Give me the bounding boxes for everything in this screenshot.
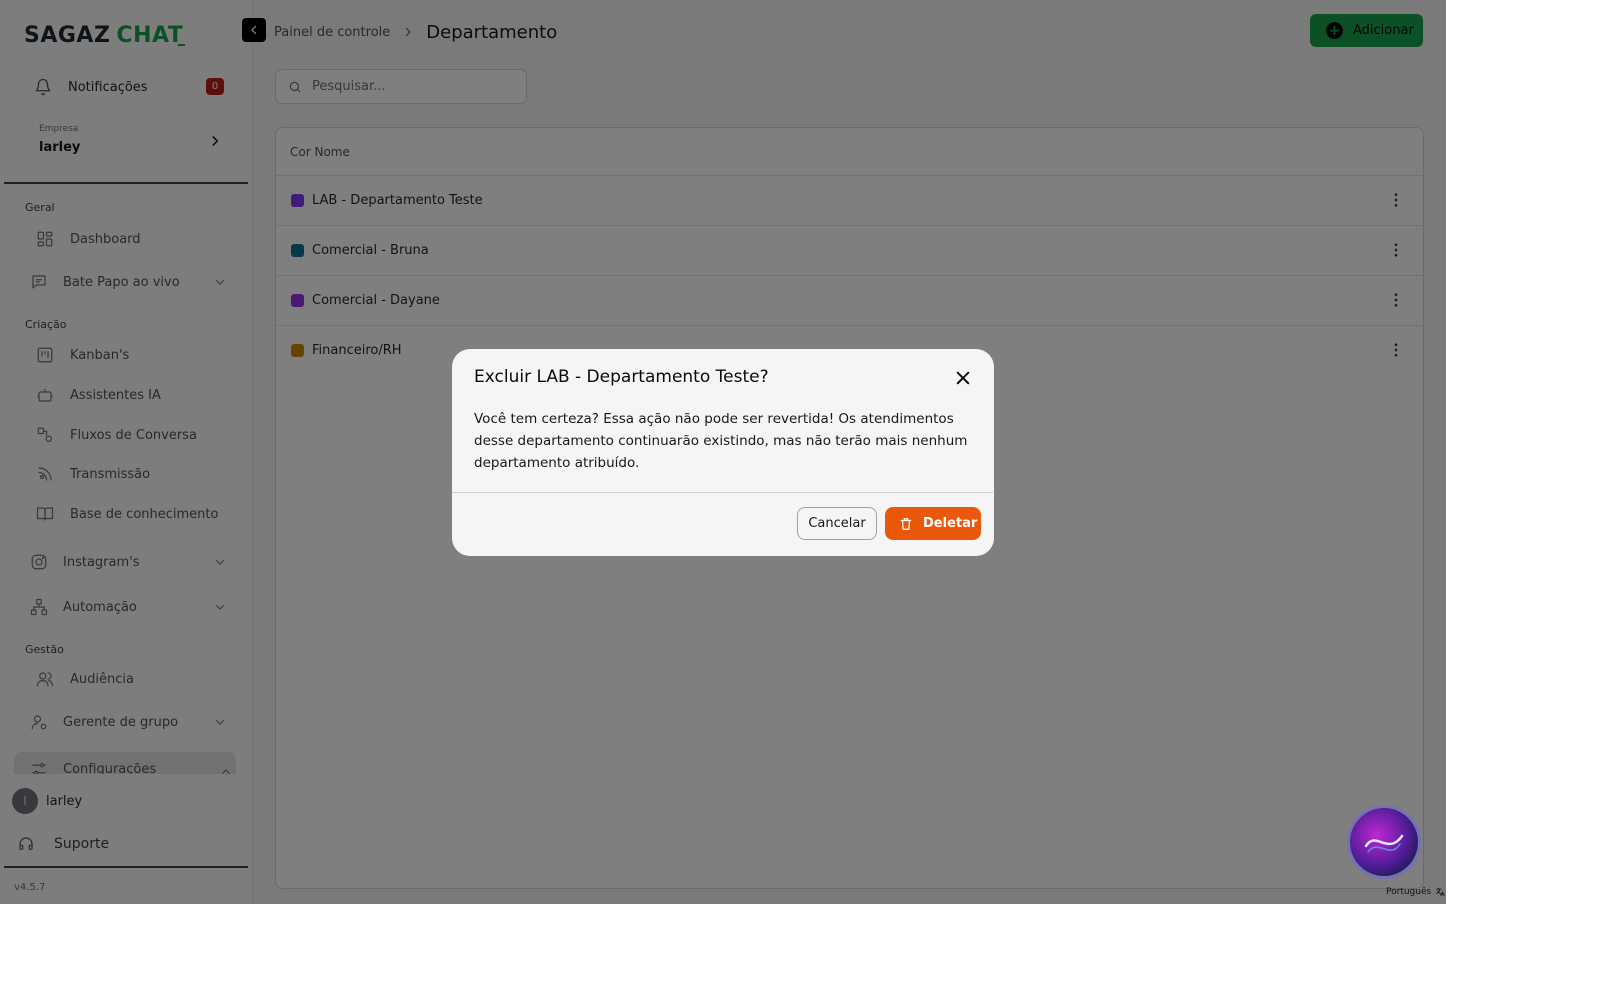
delete-confirmation-dialog: Excluir LAB - Departamento Teste? Você t… <box>452 349 994 556</box>
delete-button-label: Deletar <box>923 516 978 531</box>
dialog-divider <box>452 492 994 493</box>
language-label: Português <box>1386 887 1432 897</box>
ai-assistant-orb-button[interactable] <box>1350 808 1418 876</box>
cancel-button[interactable]: Cancelar <box>797 507 877 540</box>
delete-button[interactable]: Deletar <box>885 507 981 540</box>
ai-orb-icon <box>1364 834 1404 853</box>
dialog-title: Excluir LAB - Departamento Teste? <box>474 367 769 387</box>
language-selector[interactable]: Português <box>1386 887 1445 897</box>
translate-icon <box>1435 887 1445 897</box>
close-icon[interactable] <box>954 369 972 387</box>
dialog-message: Você tem certeza? Essa ação não pode ser… <box>474 411 968 471</box>
trash-icon <box>899 517 913 531</box>
